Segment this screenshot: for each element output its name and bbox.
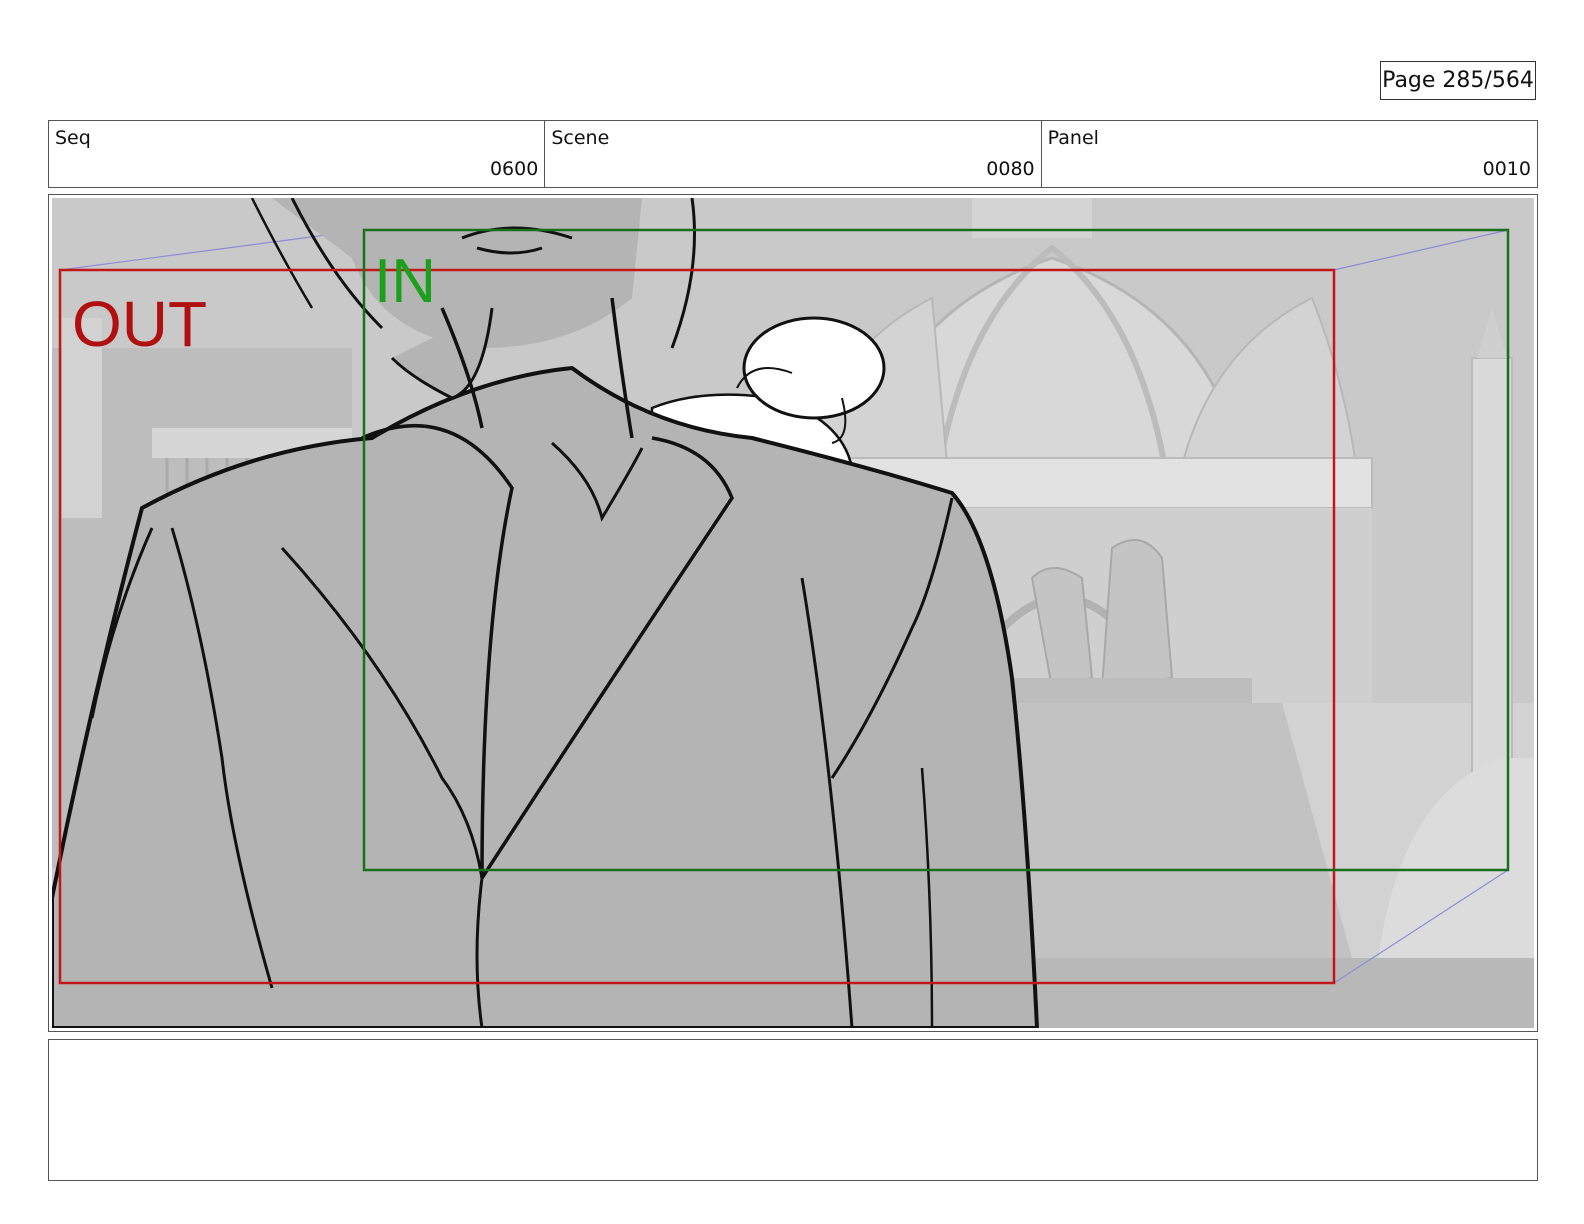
scene-cell: Scene 0080 [545,121,1042,187]
panel-cell: Panel 0010 [1042,121,1537,187]
panel-drawing: OUT IN [52,198,1534,1028]
panel-value: 0010 [1482,158,1531,180]
seq-cell: Seq 0600 [49,121,546,187]
in-label: IN [374,247,436,316]
storyboard-panel-image: OUT IN [52,198,1534,1028]
scene-label: Scene [551,127,610,149]
panel-header: Seq 0600 Scene 0080 Panel 0010 [48,120,1538,188]
action-notes-box [48,1039,1538,1181]
out-label: OUT [72,288,207,360]
panel-label: Panel [1047,127,1099,149]
seq-label: Seq [55,127,91,149]
seq-value: 0600 [489,158,539,180]
page-number: Page 285/564 [1380,61,1536,100]
scene-value: 0080 [986,158,1035,180]
